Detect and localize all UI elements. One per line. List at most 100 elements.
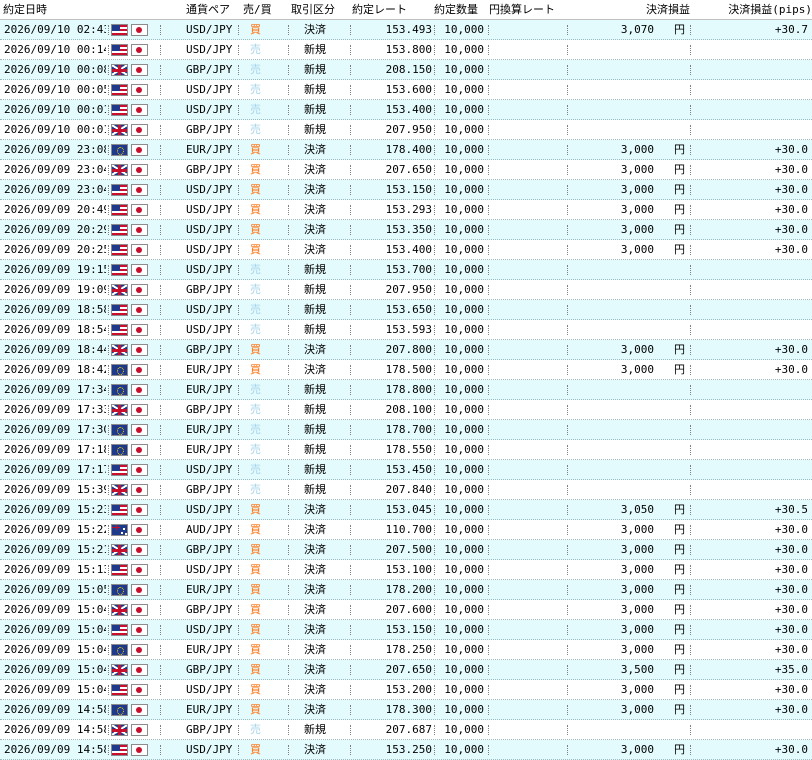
settlement-pips [720, 320, 808, 340]
table-row[interactable]: 2026/09/09 23:08 EUR/JPY 買 決済 178.400 10,000 3… [0, 140, 812, 160]
table-row[interactable]: 2026/09/09 20:25 USD/JPY 買 決済 153.400 10,000 3… [0, 240, 812, 260]
table-row[interactable]: 2026/09/09 15:13 USD/JPY 買 決済 153.100 10,000 3… [0, 560, 812, 580]
jp-flag-icon [131, 84, 148, 96]
table-row[interactable]: 2026/09/10 00:01 GBP/JPY 売 新規 207.950 10,000 [0, 120, 812, 140]
table-row[interactable]: 2026/09/10 00:14 USD/JPY 売 新規 153.800 10,000 [0, 40, 812, 60]
column-separator [288, 605, 289, 615]
table-row[interactable]: 2026/09/09 15:39 GBP/JPY 売 新規 207.840 10,000 [0, 480, 812, 500]
column-separator [108, 725, 109, 735]
column-separator [690, 285, 691, 295]
table-row[interactable]: 2026/09/10 00:01 USD/JPY 売 新規 153.400 10,000 [0, 100, 812, 120]
yen-conversion-rate [492, 480, 562, 500]
trade-date: 2026/09/10 00:01 [4, 123, 106, 136]
settlement-pl: 3,000 [620, 683, 654, 696]
column-separator [690, 385, 691, 395]
table-row[interactable]: 2026/09/09 15:04 USD/JPY 買 決済 153.200 10,000 3… [0, 680, 812, 700]
table-row[interactable]: 2026/09/10 00:05 USD/JPY 売 新規 153.600 10,000 [0, 80, 812, 100]
column-separator [160, 125, 161, 135]
table-row[interactable]: 2026/09/09 17:34 EUR/JPY 売 新規 178.800 10,000 [0, 380, 812, 400]
settlement-pips [720, 400, 808, 420]
table-row[interactable]: 2026/09/09 20:49 USD/JPY 買 決済 153.293 10,000 3… [0, 200, 812, 220]
trade-side: 買 [250, 663, 261, 676]
trade-date: 2026/09/10 00:05 [4, 83, 106, 96]
currency-pair: GBP/JPY [186, 483, 233, 496]
header-yen-rate[interactable]: 円換算レート [489, 0, 569, 20]
column-separator [434, 185, 435, 195]
trade-rate: 153.700 [385, 263, 432, 276]
table-row[interactable]: 2026/09/09 19:15 USD/JPY 売 新規 153.700 10,000 [0, 260, 812, 280]
table-row[interactable]: 2026/09/09 15:04 GBP/JPY 買 決済 207.600 10,000 3… [0, 600, 812, 620]
header-kind[interactable]: 取引区分 [291, 0, 343, 20]
jp-flag-icon [131, 384, 148, 396]
currency-flags [111, 520, 156, 540]
column-separator [160, 465, 161, 475]
header-pl[interactable]: 決済損益 [620, 0, 690, 20]
settlement-pips [720, 280, 808, 300]
column-separator [488, 645, 489, 655]
column-separator [350, 345, 351, 355]
yen-conversion-rate [492, 360, 562, 380]
yen-conversion-rate [492, 580, 562, 600]
header-side[interactable]: 売/買 [243, 0, 287, 20]
header-pair[interactable]: 通貨ペア [186, 0, 240, 20]
column-separator [690, 65, 691, 75]
column-separator [567, 605, 568, 615]
table-row[interactable]: 2026/09/09 18:54 USD/JPY 売 新規 153.593 10,000 [0, 320, 812, 340]
table-row[interactable]: 2026/09/09 15:23 USD/JPY 買 決済 153.045 10,000 3… [0, 500, 812, 520]
trade-rate: 207.650 [385, 163, 432, 176]
yen-conversion-rate [492, 340, 562, 360]
table-row[interactable]: 2026/09/09 15:05 EUR/JPY 買 決済 178.200 10,000 3… [0, 580, 812, 600]
column-separator [350, 725, 351, 735]
column-separator [488, 605, 489, 615]
table-row[interactable]: 2026/09/09 14:58 USD/JPY 買 決済 153.250 10,000 3… [0, 740, 812, 760]
column-separator [238, 425, 239, 435]
column-separator [350, 265, 351, 275]
column-separator [690, 345, 691, 355]
jp-flag-icon [131, 444, 148, 456]
header-pips[interactable]: 決済損益(pips) [694, 0, 812, 20]
table-row[interactable]: 2026/09/09 15:04 EUR/JPY 買 決済 178.250 10,000 3… [0, 640, 812, 660]
table-row[interactable]: 2026/09/09 17:18 EUR/JPY 売 新規 178.550 10,000 [0, 440, 812, 460]
column-separator [288, 345, 289, 355]
table-row[interactable]: 2026/09/09 18:44 GBP/JPY 買 決済 207.800 10,000 3… [0, 340, 812, 360]
table-row[interactable]: 2026/09/09 17:17 USD/JPY 売 新規 153.450 10,000 [0, 460, 812, 480]
table-row[interactable]: 2026/09/09 15:22 AUD/JPY 買 決済 110.700 10,000 3… [0, 520, 812, 540]
currency-flags [111, 540, 156, 560]
header-date[interactable]: 約定日時 [3, 0, 103, 20]
table-row[interactable]: 2026/09/09 14:58 EUR/JPY 買 決済 178.300 10,000 3… [0, 700, 812, 720]
table-row[interactable]: 2026/09/09 18:58 USD/JPY 売 新規 153.650 10,000 [0, 300, 812, 320]
table-row[interactable]: 2026/09/10 02:43 USD/JPY 買 決済 153.493 10,000 3… [0, 20, 812, 40]
table-row[interactable]: 2026/09/09 15:04 GBP/JPY 買 決済 207.650 10,000 3… [0, 660, 812, 680]
table-row[interactable]: 2026/09/09 14:58 GBP/JPY 売 新規 207.687 10,000 [0, 720, 812, 740]
trade-kind: 決済 [304, 223, 326, 236]
table-row[interactable]: 2026/09/09 17:33 GBP/JPY 売 新規 208.100 10,000 [0, 400, 812, 420]
trade-date: 2026/09/09 18:44 [4, 343, 106, 356]
column-separator [350, 465, 351, 475]
table-row[interactable]: 2026/09/10 00:08 GBP/JPY 売 新規 208.150 10,000 [0, 60, 812, 80]
column-separator [690, 125, 691, 135]
currency-pair: USD/JPY [186, 243, 233, 256]
trade-rate: 153.200 [385, 683, 432, 696]
header-qty[interactable]: 約定数量 [434, 0, 490, 20]
table-row[interactable]: 2026/09/09 15:21 GBP/JPY 買 決済 207.500 10,000 3… [0, 540, 812, 560]
header-rate[interactable]: 約定レート [352, 0, 432, 20]
pl-currency-unit [674, 440, 688, 460]
settlement-pips: +30.0 [774, 163, 808, 176]
column-separator [350, 625, 351, 635]
table-row[interactable]: 2026/09/09 23:04 GBP/JPY 買 決済 207.650 10,000 3… [0, 160, 812, 180]
trade-kind: 決済 [304, 243, 326, 256]
trade-date: 2026/09/09 19:09 [4, 283, 106, 296]
column-separator [288, 105, 289, 115]
table-row[interactable]: 2026/09/09 15:04 USD/JPY 買 決済 153.150 10,000 3… [0, 620, 812, 640]
column-separator [434, 125, 435, 135]
trade-side: 買 [250, 643, 261, 656]
table-row[interactable]: 2026/09/09 20:29 USD/JPY 買 決済 153.350 10,000 3… [0, 220, 812, 240]
table-row[interactable]: 2026/09/09 17:30 EUR/JPY 売 新規 178.700 10,000 [0, 420, 812, 440]
yen-conversion-rate [492, 40, 562, 60]
table-row[interactable]: 2026/09/09 19:09 GBP/JPY 売 新規 207.950 10,000 [0, 280, 812, 300]
trade-kind: 決済 [304, 163, 326, 176]
table-row[interactable]: 2026/09/09 18:42 EUR/JPY 買 決済 178.500 10,000 3… [0, 360, 812, 380]
column-separator [160, 725, 161, 735]
table-row[interactable]: 2026/09/09 23:04 USD/JPY 買 決済 153.150 10,000 3… [0, 180, 812, 200]
settlement-pips: +30.0 [774, 603, 808, 616]
